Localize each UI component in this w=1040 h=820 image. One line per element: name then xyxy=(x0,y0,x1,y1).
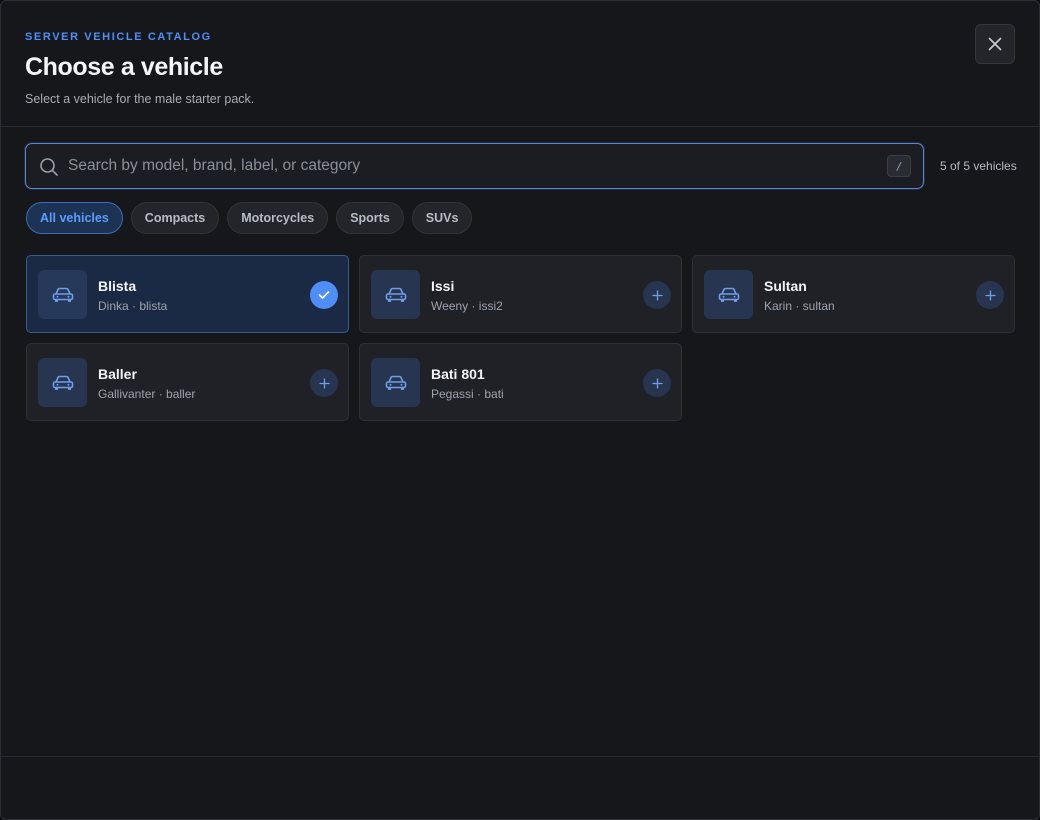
vehicle-thumbnail xyxy=(704,270,753,319)
filter-chip-compacts[interactable]: Compacts xyxy=(130,202,220,234)
vehicle-thumbnail xyxy=(371,358,420,407)
plus-icon xyxy=(651,377,663,389)
selected-indicator[interactable] xyxy=(310,281,338,309)
vehicle-meta: Karin · sultan xyxy=(764,299,835,313)
vehicle-grid: Blista Dinka · blista Issi Weeny · issi2… xyxy=(26,255,1016,421)
vehicle-thumbnail xyxy=(38,358,87,407)
vehicle-meta: Dinka · blista xyxy=(98,299,168,313)
vehicle-meta: Pegassi · bati xyxy=(431,387,504,401)
search-box: / xyxy=(25,143,924,189)
vehicle-card-bati-801[interactable]: Bati 801 Pegassi · bati xyxy=(359,343,682,421)
car-icon xyxy=(385,287,406,302)
filter-chip-all[interactable]: All vehicles xyxy=(26,202,123,234)
vehicle-name: Baller xyxy=(98,366,137,382)
vehicle-card-sultan[interactable]: Sultan Karin · sultan xyxy=(692,255,1015,333)
check-icon xyxy=(318,291,330,299)
add-vehicle-button[interactable] xyxy=(976,281,1004,309)
add-vehicle-button[interactable] xyxy=(643,281,671,309)
plus-icon xyxy=(651,289,663,301)
vehicle-catalog-modal: SERVER VEHICLE CATALOG Choose a vehicle … xyxy=(0,0,1040,820)
car-icon xyxy=(52,375,73,390)
add-vehicle-button[interactable] xyxy=(643,369,671,397)
shortcut-hint: / xyxy=(887,155,911,177)
plus-icon xyxy=(984,289,996,301)
filter-chip-suvs[interactable]: SUVs xyxy=(411,202,473,234)
modal-footer xyxy=(1,756,1039,819)
vehicle-card-issi[interactable]: Issi Weeny · issi2 xyxy=(359,255,682,333)
page-title: Choose a vehicle xyxy=(25,53,223,81)
close-icon xyxy=(988,37,1002,51)
vehicle-name: Sultan xyxy=(764,278,807,294)
vehicle-meta: Weeny · issi2 xyxy=(431,299,503,313)
vehicle-name: Issi xyxy=(431,278,455,294)
car-icon xyxy=(385,375,406,390)
filter-chip-sports[interactable]: Sports xyxy=(336,202,404,234)
close-button[interactable] xyxy=(975,24,1015,64)
catalog-eyebrow: SERVER VEHICLE CATALOG xyxy=(25,31,212,43)
add-vehicle-button[interactable] xyxy=(310,369,338,397)
vehicle-name: Blista xyxy=(98,278,137,294)
vehicle-card-baller[interactable]: Baller Gallivanter · baller xyxy=(26,343,349,421)
vehicle-card-blista[interactable]: Blista Dinka · blista xyxy=(26,255,349,333)
search-input[interactable] xyxy=(68,144,878,188)
plus-icon xyxy=(318,377,330,389)
category-filters: All vehicles Compacts Motorcycles Sports… xyxy=(26,202,473,234)
page-subtitle: Select a vehicle for the male starter pa… xyxy=(25,92,255,106)
modal-header: SERVER VEHICLE CATALOG Choose a vehicle … xyxy=(1,1,1039,127)
car-icon xyxy=(718,287,739,302)
car-icon xyxy=(52,287,73,302)
search-icon xyxy=(40,158,58,176)
filter-chip-motorcycles[interactable]: Motorcycles xyxy=(227,202,329,234)
vehicle-thumbnail xyxy=(38,270,87,319)
result-count: 5 of 5 vehicles xyxy=(940,159,1017,173)
vehicle-name: Bati 801 xyxy=(431,366,485,382)
vehicle-meta: Gallivanter · baller xyxy=(98,387,196,401)
vehicle-thumbnail xyxy=(371,270,420,319)
